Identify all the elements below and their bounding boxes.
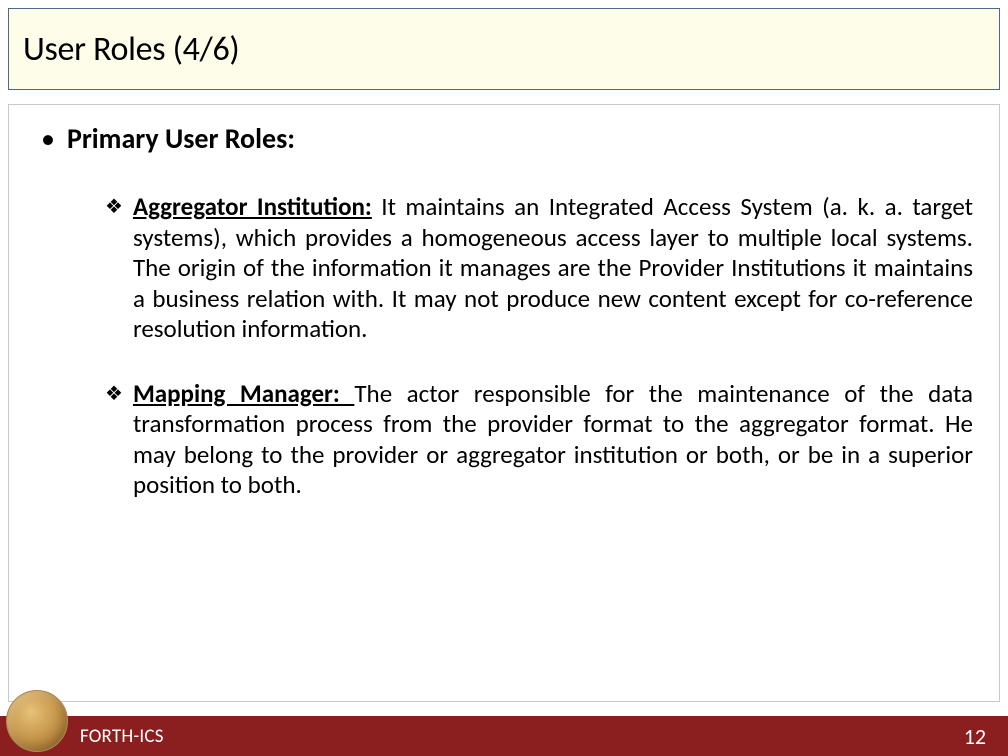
footer-org: FORTH-ICS xyxy=(80,725,164,748)
diamond-icon: ❖ xyxy=(105,379,123,409)
list-item: ❖ Aggregator Institution: It maintains a… xyxy=(105,192,973,345)
item-body: Aggregator Institution: It maintains an … xyxy=(133,192,973,345)
slide-title: User Roles (4/6) xyxy=(23,29,239,70)
content-box: • Primary User Roles: ❖ Aggregator Insti… xyxy=(8,104,1000,702)
footer-bar: FORTH-ICS 12 xyxy=(0,716,1008,756)
page-number: 12 xyxy=(964,723,986,750)
item-body: Mapping Manager: The actor responsible f… xyxy=(133,379,973,501)
slide: User Roles (4/6) • Primary User Roles: ❖… xyxy=(0,0,1008,756)
bullet-icon: • xyxy=(41,125,55,153)
logo-icon xyxy=(6,690,68,752)
heading-text: Primary User Roles: xyxy=(67,121,295,156)
heading-row: • Primary User Roles: xyxy=(41,121,977,156)
diamond-icon: ❖ xyxy=(105,192,123,222)
list-item: ❖ Mapping Manager: The actor responsible… xyxy=(105,379,973,501)
title-box: User Roles (4/6) xyxy=(8,8,1000,90)
item-term: Aggregator Institution: xyxy=(133,191,372,222)
item-term: Mapping Manager: xyxy=(133,378,354,409)
